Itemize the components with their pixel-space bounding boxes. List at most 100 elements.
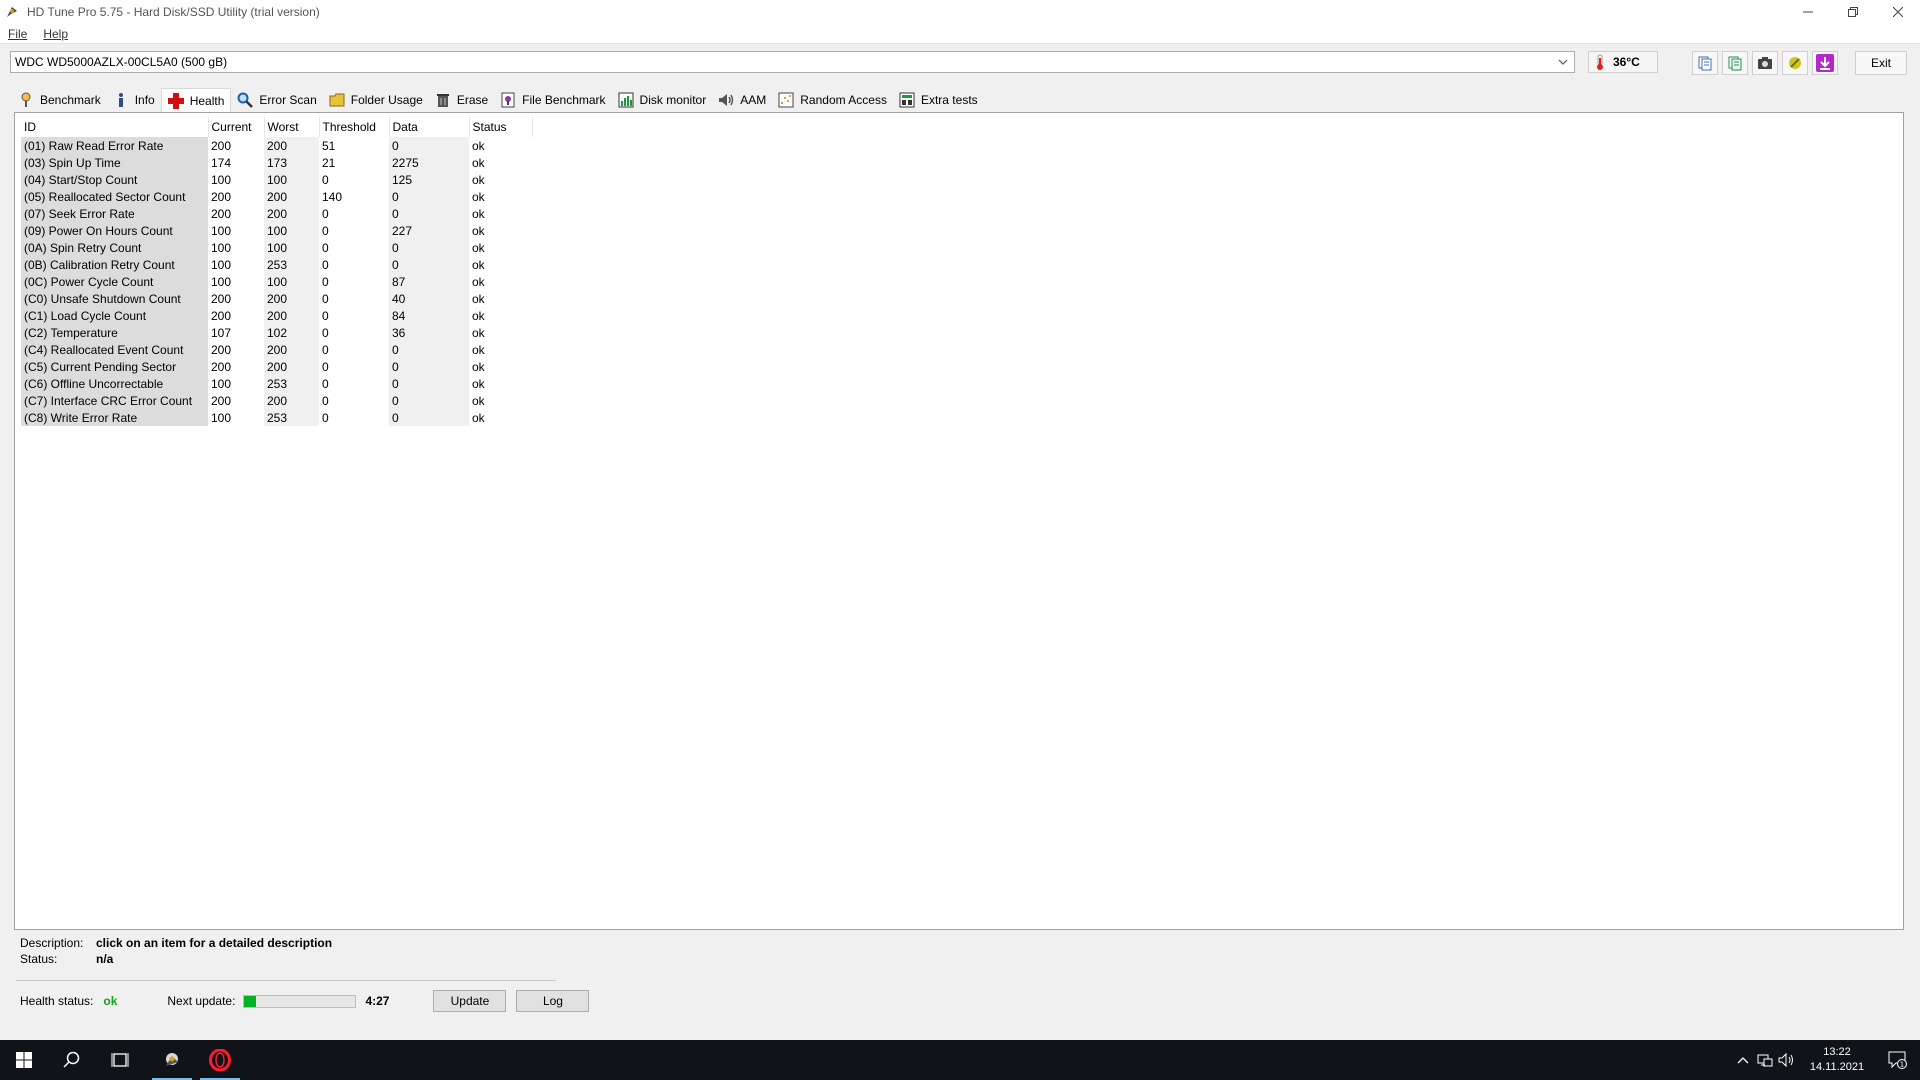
tab-disk-monitor-label: Disk monitor: [639, 93, 707, 107]
cell-data: 0: [389, 341, 469, 358]
update-button[interactable]: Update: [433, 990, 507, 1012]
tab-aam[interactable]: AAM: [712, 89, 772, 111]
benchmark-icon: [18, 92, 34, 108]
menu-file[interactable]: File: [0, 27, 35, 41]
tab-benchmark[interactable]: Benchmark: [12, 89, 107, 111]
column-header-status[interactable]: Status: [469, 117, 533, 137]
cell-id: (05) Reallocated Sector Count: [21, 188, 208, 205]
cell-id: (0A) Spin Retry Count: [21, 239, 208, 256]
column-header-threshold[interactable]: Threshold: [319, 117, 390, 137]
table-row[interactable]: (0B) Calibration Retry Count 100 253 0 0 ok: [21, 256, 532, 273]
cell-id: (09) Power On Hours Count: [21, 222, 208, 239]
download-icon: [1816, 54, 1834, 72]
table-row[interactable]: (05) Reallocated Sector Count 200 200 140 0 o…: [21, 188, 532, 205]
tab-disk-monitor[interactable]: Disk monitor: [612, 89, 713, 111]
tab-aam-label: AAM: [740, 93, 767, 107]
copy-all-button[interactable]: [1722, 51, 1748, 75]
cell-status: ok: [472, 410, 485, 425]
health-status-value: ok: [103, 994, 118, 1008]
start-button[interactable]: [0, 1040, 48, 1080]
tab-folder-usage[interactable]: Folder Usage: [323, 89, 429, 111]
table-row[interactable]: (C0) Unsafe Shutdown Count 200 200 0 40 ok: [21, 290, 532, 307]
tab-error-scan[interactable]: Error Scan: [231, 89, 322, 111]
cell-data: 0: [389, 358, 469, 375]
extra-tests-icon: [899, 92, 915, 108]
cell-threshold: 51: [322, 138, 336, 153]
show-hidden-icons-button[interactable]: [1732, 1040, 1754, 1080]
exit-button[interactable]: Exit: [1855, 51, 1907, 75]
health-panel: ID Current Worst Threshold Data Status (…: [14, 112, 1904, 930]
table-row[interactable]: (0A) Spin Retry Count 100 100 0 0 ok: [21, 239, 532, 256]
tab-info[interactable]: Info: [107, 89, 161, 111]
taskbar-opera-app[interactable]: [196, 1040, 244, 1080]
table-row[interactable]: (07) Seek Error Rate 200 200 0 0 ok: [21, 205, 532, 222]
taskbar-hdtune-app[interactable]: [148, 1040, 196, 1080]
column-header-worst[interactable]: Worst: [264, 117, 320, 137]
tab-folder-usage-label: Folder Usage: [350, 93, 423, 107]
task-view-button[interactable]: [96, 1040, 144, 1080]
cell-worst: 200: [264, 307, 319, 324]
tab-file-benchmark[interactable]: File Benchmark: [494, 89, 611, 111]
drive-select-value: WDC WD5000AZLX-00CL5A0 (500 gB): [15, 55, 228, 69]
cell-data: 0: [389, 392, 469, 409]
options-button[interactable]: [1782, 51, 1808, 75]
cell-status: ok: [472, 274, 485, 289]
menu-help[interactable]: Help: [35, 27, 76, 41]
cell-data: 125: [389, 171, 469, 188]
cell-id: (C5) Current Pending Sector: [21, 358, 208, 375]
volume-button[interactable]: [1776, 1040, 1798, 1080]
table-row[interactable]: (C6) Offline Uncorrectable 100 253 0 0 ok: [21, 375, 532, 392]
column-header-current[interactable]: Current: [208, 117, 265, 137]
table-row[interactable]: (04) Start/Stop Count 100 100 0 125 ok: [21, 171, 532, 188]
notification-center-button[interactable]: 1: [1876, 1040, 1920, 1080]
cell-worst: 200: [264, 341, 319, 358]
tab-erase[interactable]: Erase: [429, 89, 494, 111]
table-row[interactable]: (09) Power On Hours Count 100 100 0 227 ok: [21, 222, 532, 239]
table-row[interactable]: (03) Spin Up Time 174 173 21 2275 ok: [21, 154, 532, 171]
tab-random-access[interactable]: Random Access: [772, 89, 893, 111]
table-row[interactable]: (01) Raw Read Error Rate 200 200 51 0 ok: [21, 137, 532, 154]
table-row[interactable]: (C5) Current Pending Sector 200 200 0 0 ok: [21, 358, 532, 375]
tab-health[interactable]: Health: [160, 88, 232, 112]
cell-threshold: 0: [322, 359, 329, 374]
cell-worst: 200: [264, 188, 319, 205]
clock[interactable]: 13:22 14.11.2021: [1798, 1045, 1876, 1075]
table-row[interactable]: (C2) Temperature 107 102 0 36 ok: [21, 324, 532, 341]
table-row[interactable]: (C4) Reallocated Event Count 200 200 0 0 ok: [21, 341, 532, 358]
cell-worst: 253: [264, 256, 319, 273]
temperature-display: 36°C: [1588, 51, 1658, 73]
screenshot-button[interactable]: [1752, 51, 1778, 75]
table-row[interactable]: (0C) Power Cycle Count 100 100 0 87 ok: [21, 273, 532, 290]
restore-button[interactable]: [1830, 0, 1875, 24]
column-header-id[interactable]: ID: [21, 117, 209, 137]
table-row[interactable]: (C1) Load Cycle Count 200 200 0 84 ok: [21, 307, 532, 324]
network-button[interactable]: [1754, 1040, 1776, 1080]
log-button[interactable]: Log: [516, 990, 590, 1012]
tab-random-access-label: Random Access: [800, 93, 887, 107]
notification-count: 1: [1900, 1061, 1904, 1069]
clock-time: 13:22: [1823, 1046, 1851, 1058]
copy-text-button[interactable]: [1692, 51, 1718, 75]
cell-current: 200: [211, 206, 232, 221]
table-row[interactable]: (C7) Interface CRC Error Count 200 200 0 0 ok: [21, 392, 532, 409]
cell-threshold: 0: [322, 206, 329, 221]
cell-current: 100: [211, 410, 232, 425]
smart-table: ID Current Worst Threshold Data Status (…: [21, 117, 533, 426]
column-header-data[interactable]: Data: [389, 117, 470, 137]
cell-worst: 102: [264, 324, 319, 341]
search-button[interactable]: [48, 1040, 96, 1080]
save-download-button[interactable]: [1812, 51, 1838, 75]
tab-extra-tests-label: Extra tests: [920, 93, 978, 107]
cell-worst: 100: [264, 239, 319, 256]
table-row[interactable]: (C8) Write Error Rate 100 253 0 0 ok: [21, 409, 532, 426]
cell-data: 36: [389, 324, 469, 341]
next-update-time: 4:27: [365, 994, 390, 1008]
description-area: Description: click on an item for a deta…: [20, 935, 332, 967]
drive-select[interactable]: WDC WD5000AZLX-00CL5A0 (500 gB): [10, 51, 1575, 73]
minimize-button[interactable]: [1785, 0, 1830, 24]
cell-threshold: 21: [322, 155, 336, 170]
cell-status: ok: [472, 376, 485, 391]
tab-extra-tests[interactable]: Extra tests: [893, 89, 984, 111]
close-button[interactable]: [1875, 0, 1920, 24]
file-benchmark-icon: [500, 92, 516, 108]
